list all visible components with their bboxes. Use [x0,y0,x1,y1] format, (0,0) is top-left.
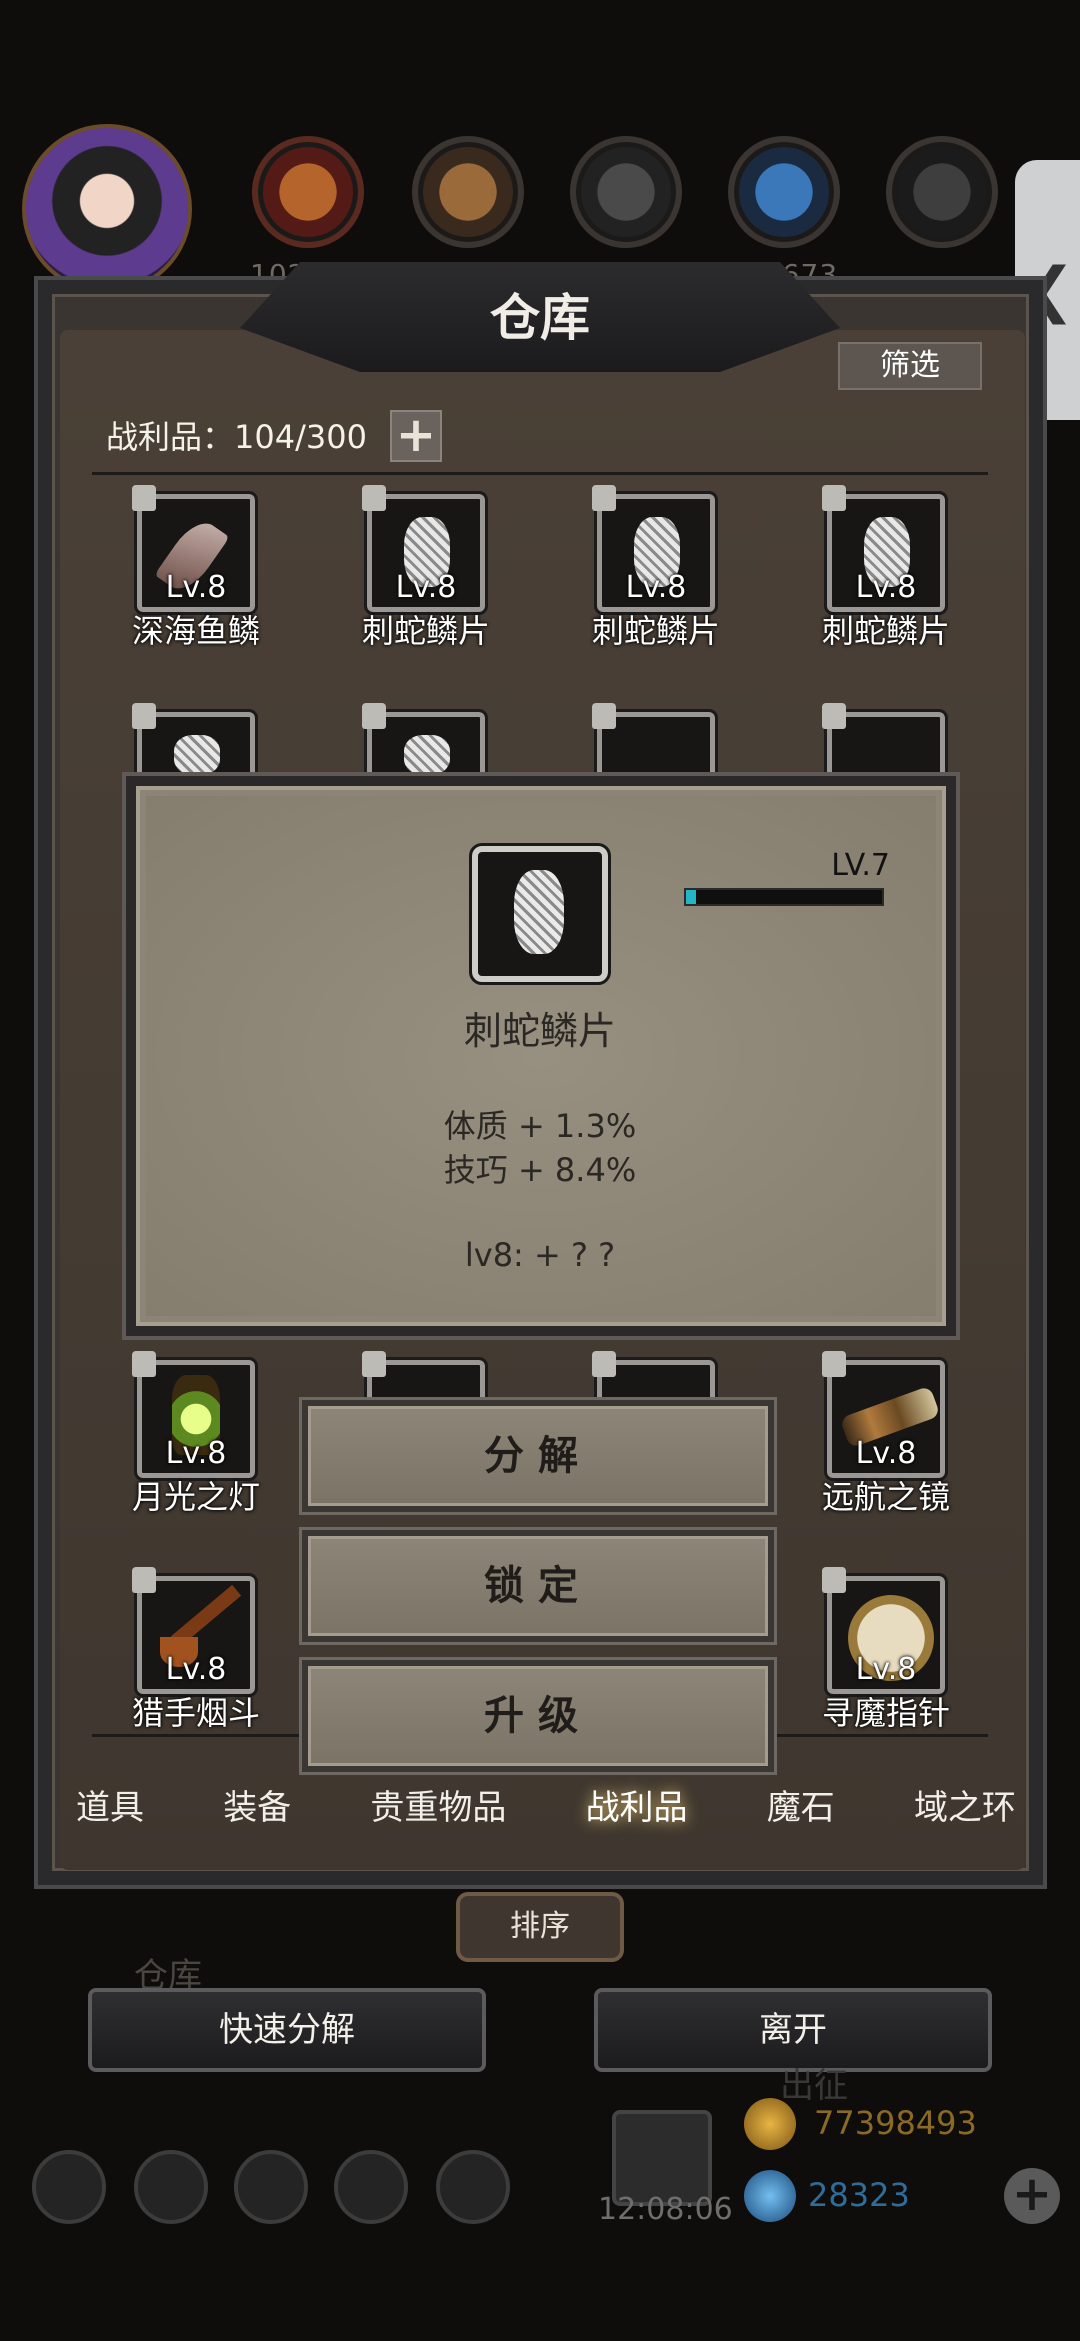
lock-icon [592,485,616,511]
gold-coin-icon [744,2098,796,2150]
resource-orb-food-icon [252,136,364,248]
divider [92,472,988,475]
item-slot[interactable] [592,703,718,785]
resource-orb-iron-icon [570,136,682,248]
expedition-label: 出征 [780,2066,848,2106]
detail-item-name: 刺蛇鳞片 [463,1009,616,1053]
lock-button[interactable]: 锁定 [302,1530,774,1642]
tab-valuables[interactable]: 贵重物品 [370,1780,506,1840]
item-slot[interactable]: Lv.8 [592,485,718,615]
tab-items[interactable]: 道具 [76,1780,144,1840]
lock-icon [592,1351,616,1377]
detail-item-slot [469,843,611,985]
item-level: Lv.8 [855,570,917,605]
item-name: 远航之镜 [821,1478,950,1516]
decompose-button[interactable]: 分解 [302,1400,774,1512]
item-slot[interactable] [132,703,258,785]
lock-icon [362,703,386,729]
item-name: 刺蛇鳞片 [821,612,950,650]
tab-domain-rings[interactable]: 域之环 [914,1780,1016,1840]
item-slot[interactable]: Lv.8 [822,1567,948,1697]
next-level-bonus: lv8: + ? ? [464,1236,616,1274]
add-gems-button[interactable]: + [1004,2168,1060,2224]
stat-constitution: 体质 + 1.3% [443,1107,637,1145]
resource-orb-crystal-icon [728,136,840,248]
player-avatar[interactable] [22,124,192,294]
stat-skill: 技巧 + 8.4% [443,1151,637,1189]
lock-icon [822,703,846,729]
item-name: 月光之灯 [131,1478,260,1516]
item-name: 刺蛇鳞片 [591,612,720,650]
lock-icon [592,703,616,729]
quick-decompose-button[interactable]: 快速分解 [88,1988,486,2072]
mail-icon[interactable] [334,2150,408,2224]
item-level: Lv.8 [625,570,687,605]
category-tabs: 道具 装备 贵重物品 战利品 魔石 域之环 [76,1780,1016,1840]
expand-capacity-button[interactable]: + [390,410,442,462]
item-slot[interactable]: Lv.8 [132,485,258,615]
gem-icon [744,2170,796,2222]
detail-stats: 体质 + 1.3% 技巧 + 8.4% [290,1104,790,1192]
loot-capacity: 战利品：104/300 [106,418,367,456]
lock-icon [132,1351,156,1377]
detail-level: LV.7 [831,848,890,883]
item-name: 深海鱼鳞 [131,612,260,650]
panel-title: 仓库 [490,288,590,347]
lock-icon [132,485,156,511]
gem-amount: 28323 [808,2176,910,2214]
item-slot[interactable] [822,703,948,785]
item-name: 刺蛇鳞片 [361,612,490,650]
item-slot[interactable]: Lv.8 [362,485,488,615]
tab-magic-stones[interactable]: 魔石 [767,1780,835,1840]
resource-orb-stone-icon [886,136,998,248]
item-slot[interactable]: Lv.8 [822,485,948,615]
clock: 12:08:06 [598,2192,733,2227]
item-level: Lv.8 [165,570,227,605]
lock-icon [132,703,156,729]
snake-scale-icon [404,735,450,775]
item-level: Lv.8 [855,1652,917,1687]
guild-icon[interactable] [234,2150,308,2224]
gold-amount: 77398493 [814,2104,977,2142]
lock-icon [822,1567,846,1593]
lock-icon [362,1351,386,1377]
shop-icon[interactable] [436,2150,510,2224]
sort-button[interactable]: 排序 [456,1892,624,1962]
settings-icon[interactable] [32,2150,106,2224]
lock-icon [822,485,846,511]
item-name: 猎手烟斗 [131,1694,260,1732]
upgrade-button[interactable]: 升级 [302,1660,774,1772]
item-level: Lv.8 [855,1436,917,1471]
item-slot[interactable]: Lv.8 [822,1351,948,1481]
item-slot[interactable]: Lv.8 [132,1567,258,1697]
item-level: Lv.8 [165,1652,227,1687]
item-name: 寻魔指针 [821,1694,950,1732]
snake-scale-icon [174,735,220,775]
item-level: Lv.8 [395,570,457,605]
tab-loot[interactable]: 战利品 [586,1780,688,1840]
xp-progress-bar [684,888,884,906]
item-slot[interactable] [362,703,488,785]
lock-icon [132,1567,156,1593]
achievement-icon[interactable] [134,2150,208,2224]
resource-orb-wood-icon [412,136,524,248]
snake-scale-icon [514,870,564,954]
item-slot[interactable]: Lv.8 [132,1351,258,1481]
tab-equipment[interactable]: 装备 [223,1780,291,1840]
item-level: Lv.8 [165,1436,227,1471]
xp-progress-fill [686,890,696,904]
lock-icon [822,1351,846,1377]
lock-icon [362,485,386,511]
filter-button[interactable]: 筛选 [838,342,982,390]
